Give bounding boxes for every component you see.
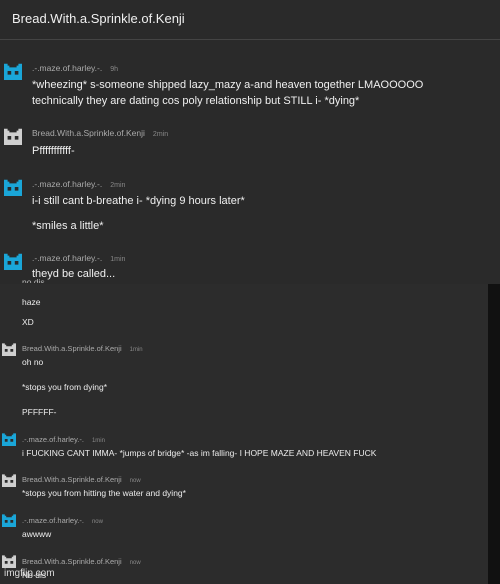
message-author[interactable]: .-.maze.of.harley.-. [32, 253, 102, 263]
maze-avatar-icon[interactable] [2, 432, 16, 446]
message-text: i FUCKING CANT IMMA- *jumps of bridge* -… [22, 448, 377, 458]
message-author[interactable]: .-.maze.of.harley.-. [32, 63, 102, 73]
maze-avatar-icon[interactable] [4, 252, 22, 270]
message-text: i-i still cant b-breathe i- *dying 9 hou… [32, 195, 245, 207]
message-time: 2min [152, 131, 169, 138]
scrollbar[interactable] [488, 284, 500, 584]
kenji-avatar-icon[interactable] [2, 342, 16, 356]
message-text: XD [22, 317, 34, 327]
maze-avatar-icon[interactable] [4, 178, 22, 196]
message-author[interactable]: .-.maze.of.harley.-. [32, 179, 102, 189]
message-time: now [129, 560, 141, 566]
message-text: *stops you from hitting the water and dy… [22, 488, 186, 498]
message-text: Pfffffffffff- [32, 145, 75, 157]
chat-header: Bread.With.a.Sprinkle.of.Kenji [0, 0, 500, 40]
kenji-avatar-icon[interactable] [4, 127, 22, 145]
cut-off-text: no dis [22, 277, 45, 283]
kenji-avatar-icon[interactable] [2, 554, 16, 568]
message-time: now [91, 519, 103, 525]
message-text: technically they are dating cos poly rel… [32, 95, 360, 107]
maze-avatar-icon[interactable] [4, 62, 22, 80]
message-time: 2min [110, 182, 126, 189]
message-text: haze [22, 297, 41, 307]
message-text: *smiles a little* [32, 220, 104, 232]
message-author[interactable]: Bread.With.a.Sprinkle.of.Kenji [22, 557, 122, 566]
message-time: 1min [129, 347, 143, 353]
message-time: 9h [110, 66, 119, 73]
message-text: oh no [22, 357, 44, 367]
message-text: awwww [22, 529, 52, 539]
message-author[interactable]: .-.maze.of.harley.-. [22, 435, 84, 444]
watermark: imgflip.com [4, 568, 55, 579]
message-time: now [129, 478, 141, 484]
maze-avatar-icon[interactable] [2, 513, 16, 527]
message-text: *wheezing* s-someone shipped lazy_mazy a… [32, 79, 424, 91]
kenji-avatar-icon[interactable] [2, 473, 16, 487]
message-author[interactable]: Bread.With.a.Sprinkle.of.Kenji [22, 344, 122, 353]
embedded-chat-screenshot: no dis haze XD Bread.With.a.Sprinkle.of.… [0, 277, 488, 584]
message-author[interactable]: Bread.With.a.Sprinkle.of.Kenji [22, 475, 122, 484]
message-text: *stops you from dying* [22, 382, 108, 392]
message-author[interactable]: Bread.With.a.Sprinkle.of.Kenji [32, 128, 145, 138]
chat-title: Bread.With.a.Sprinkle.of.Kenji [12, 11, 185, 26]
message-time: 1min [91, 438, 105, 444]
message-time: 1min [110, 256, 126, 263]
message-text: PFFFFF- [22, 407, 57, 417]
message-author[interactable]: .-.maze.of.harley.-. [22, 516, 84, 525]
